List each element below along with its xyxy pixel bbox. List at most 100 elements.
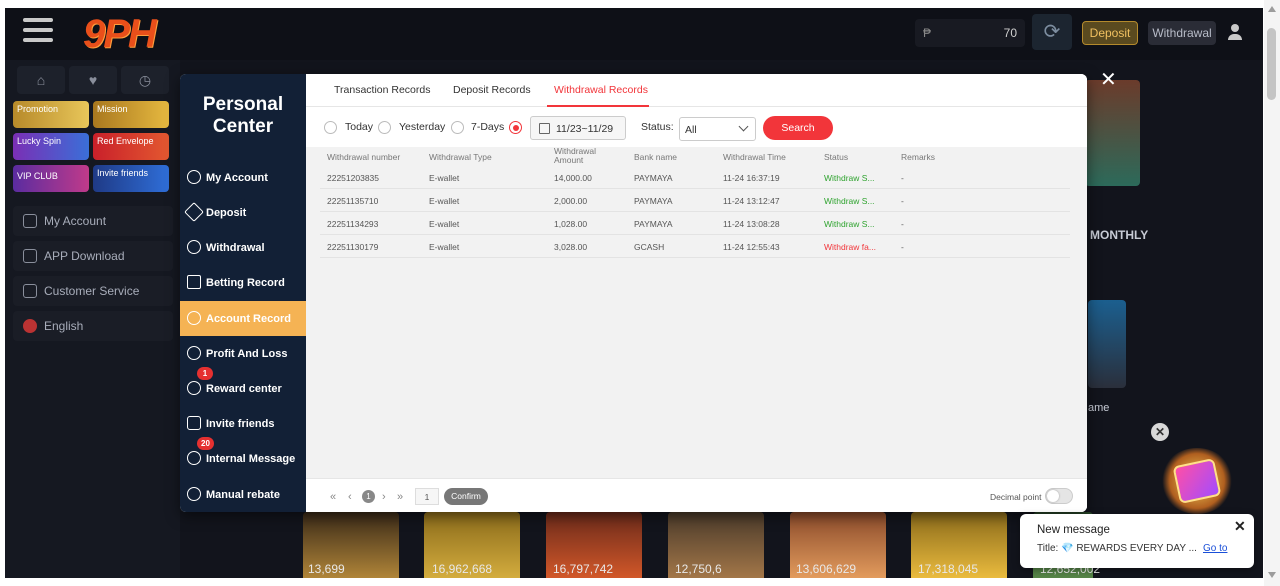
- quick-icons: ⌂ ♥ ◷: [13, 66, 173, 96]
- monthly-heading: MONTHLY: [1090, 228, 1149, 242]
- first-page-icon[interactable]: «: [330, 491, 336, 503]
- tab-transaction-records[interactable]: Transaction Records: [334, 84, 430, 96]
- current-page[interactable]: 1: [362, 490, 375, 503]
- withdrawal-type: E-wallet: [429, 219, 460, 229]
- game-thumbnail[interactable]: [1088, 300, 1126, 388]
- pc-item-profit-and-loss[interactable]: Profit And Loss: [180, 336, 306, 371]
- prev-page-icon[interactable]: ‹: [348, 491, 352, 503]
- pc-item-reward-center[interactable]: 1 Reward center: [180, 367, 306, 406]
- headset-icon: [23, 284, 37, 298]
- sidebar-item-label: Customer Service: [44, 284, 140, 298]
- radio-label: Yesterday: [399, 121, 446, 133]
- title-line: Center: [212, 116, 274, 137]
- search-button[interactable]: Search: [763, 116, 833, 140]
- goto-link[interactable]: Go to: [1203, 543, 1227, 554]
- radio-today[interactable]: [324, 121, 337, 134]
- date-range-value: 11/23~11/29: [556, 123, 614, 135]
- close-icon[interactable]: ✕: [1100, 70, 1117, 90]
- promotion-tile[interactable]: Promotion: [13, 101, 89, 128]
- withdrawal-number: 22251134293: [327, 219, 379, 229]
- withdrawal-button[interactable]: Withdrawal: [1148, 21, 1216, 45]
- title-line: Personal: [202, 94, 284, 115]
- column-header: Status: [824, 152, 849, 162]
- column-header: Withdrawal Type: [429, 152, 492, 162]
- vip-club-tile[interactable]: VIP CLUB: [13, 165, 89, 192]
- tab-withdrawal-records[interactable]: Withdrawal Records: [554, 84, 648, 96]
- withdrawal-amount: 3,028.00: [554, 242, 588, 252]
- personal-center-modal: Personal Center My Account Deposit Withd…: [180, 74, 1087, 512]
- scroll-up-icon[interactable]: [1268, 6, 1276, 12]
- bank-name: PAYMAYA: [634, 173, 673, 183]
- rebate-icon: [187, 487, 201, 501]
- pc-item-account-record[interactable]: Account Record: [180, 301, 306, 336]
- brand-logo[interactable]: 9PH: [83, 12, 157, 57]
- records-panel: Transaction Records Deposit Records With…: [306, 74, 1087, 512]
- balance-display: ₱ 70: [915, 19, 1025, 47]
- user-profile-icon[interactable]: [1227, 24, 1243, 42]
- pc-item-deposit[interactable]: Deposit: [180, 195, 306, 230]
- promo-banner[interactable]: [1085, 80, 1140, 186]
- refresh-balance-icon[interactable]: ⟳: [1032, 14, 1072, 50]
- status-badge: Withdraw S...: [824, 219, 875, 229]
- column-header: Withdrawal number: [327, 152, 401, 162]
- jackpot-count: 12,750,6: [675, 562, 722, 576]
- date-range-picker[interactable]: 11/23~11/29: [530, 116, 626, 140]
- status-select[interactable]: All: [679, 117, 756, 141]
- radio-label: Today: [345, 121, 374, 133]
- close-floating-icon[interactable]: ✕: [1151, 423, 1169, 441]
- sidebar-item-customer-service[interactable]: Customer Service: [13, 276, 173, 306]
- status-label: Status:: [641, 121, 674, 133]
- page-scrollbar[interactable]: [1264, 0, 1280, 586]
- calendar-icon: [539, 123, 550, 134]
- sidebar-item-app-download[interactable]: APP Download: [13, 241, 173, 271]
- pc-item-withdrawal[interactable]: Withdrawal: [180, 230, 306, 265]
- withdrawal-time: 11-24 13:12:47: [723, 196, 780, 206]
- close-toast-icon[interactable]: ✕: [1234, 518, 1246, 535]
- withdrawal-number: 22251203835: [327, 173, 380, 183]
- table-row: 22251203835 E-wallet 14,000.00 PAYMAYA 1…: [320, 166, 1070, 189]
- red-envelope-tile[interactable]: Red Envelope: [93, 133, 169, 160]
- radio-custom-date[interactable]: [509, 121, 522, 134]
- toast-message: Title: 💎 REWARDS EVERY DAY ...: [1037, 543, 1197, 554]
- mission-tile[interactable]: Mission: [93, 101, 169, 128]
- tab-deposit-records[interactable]: Deposit Records: [453, 84, 531, 96]
- pc-item-label: Manual rebate: [206, 489, 280, 501]
- pc-item-label: Withdrawal: [206, 242, 265, 254]
- withdrawal-type: E-wallet: [429, 242, 460, 252]
- balance-value: 70: [1003, 26, 1017, 40]
- language-selector[interactable]: English: [13, 311, 173, 341]
- invite-friends-tile[interactable]: Invite friends: [93, 165, 169, 192]
- pc-item-internal-message[interactable]: 20 Internal Message: [180, 437, 306, 476]
- radio-7-days[interactable]: [451, 121, 464, 134]
- scroll-down-icon[interactable]: [1268, 572, 1276, 578]
- hamburger-menu-icon[interactable]: [23, 18, 53, 46]
- pc-item-manual-rebate[interactable]: Manual rebate: [180, 477, 306, 512]
- withdrawal-number: 22251135710: [327, 196, 379, 206]
- pc-item-my-account[interactable]: My Account: [180, 160, 306, 195]
- page-confirm-button[interactable]: Confirm: [444, 488, 488, 505]
- scrollbar-thumb[interactable]: [1267, 28, 1276, 100]
- bank-name: GCASH: [634, 242, 665, 252]
- withdrawal-time: 11-24 16:37:19: [723, 173, 780, 183]
- sidebar-item-my-account[interactable]: My Account: [13, 206, 173, 236]
- pc-item-invite-friends[interactable]: Invite friends: [180, 406, 306, 441]
- page-number-input[interactable]: 1: [415, 488, 439, 505]
- treasure-chest-icon[interactable]: [1160, 448, 1234, 514]
- pc-item-label: Betting Record: [206, 277, 285, 289]
- lucky-spin-tile[interactable]: Lucky Spin: [13, 133, 89, 160]
- favorites-icon[interactable]: ♥: [69, 66, 117, 94]
- pc-item-betting-record[interactable]: Betting Record: [180, 265, 306, 300]
- home-icon[interactable]: ⌂: [17, 66, 65, 94]
- recent-icon[interactable]: ◷: [121, 66, 169, 94]
- radio-yesterday[interactable]: [378, 121, 391, 134]
- personal-center-sidebar: Personal Center My Account Deposit Withd…: [180, 74, 306, 512]
- browser-viewport: 9PH ₱ 70 ⟳ Deposit Withdrawal ⌂ ♥ ◷ Prom…: [0, 0, 1280, 586]
- pc-item-label: Account Record: [206, 313, 291, 325]
- radio-label: 7-Days: [471, 121, 505, 133]
- last-page-icon[interactable]: »: [397, 491, 403, 503]
- betting-record-icon: [187, 275, 201, 289]
- next-page-icon[interactable]: ›: [382, 491, 386, 503]
- decimal-point-toggle[interactable]: [1045, 488, 1073, 504]
- deposit-button[interactable]: Deposit: [1082, 21, 1138, 45]
- user-icon: [23, 214, 37, 228]
